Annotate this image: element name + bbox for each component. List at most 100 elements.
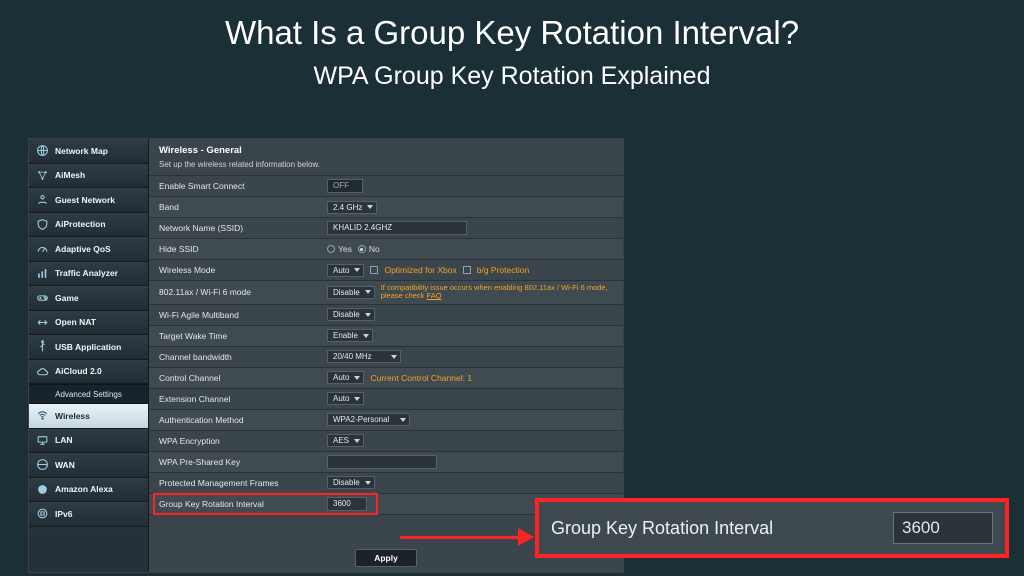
sidebar-item-network-map[interactable]: Network Map bbox=[29, 139, 148, 164]
sidebar-item-label: USB Application bbox=[55, 342, 121, 352]
row-channel-bandwidth: Channel bandwidth 20/40 MHz bbox=[149, 347, 623, 368]
wan-icon bbox=[35, 458, 49, 472]
panel-title: Wireless - General bbox=[149, 139, 623, 158]
hide-ssid-no-radio[interactable]: No bbox=[358, 244, 380, 254]
advanced-settings-header: Advanced Settings bbox=[29, 384, 148, 404]
row-label: 802.11ax / Wi-Fi 6 mode bbox=[149, 284, 319, 300]
row-label: Hide SSID bbox=[149, 241, 319, 257]
row-target-wake-time: Target Wake Time Enable bbox=[149, 326, 623, 347]
row-80211ax: 802.11ax / Wi-Fi 6 mode Disable If compa… bbox=[149, 281, 623, 305]
title-block: What Is a Group Key Rotation Interval? W… bbox=[0, 0, 1024, 99]
cbw-select[interactable]: 20/40 MHz bbox=[327, 350, 401, 363]
sidebar-item-wireless[interactable]: Wireless bbox=[29, 404, 148, 429]
sidebar-item-label: Amazon Alexa bbox=[55, 484, 113, 494]
gamepad-icon bbox=[35, 291, 49, 305]
row-label: Network Name (SSID) bbox=[149, 220, 319, 236]
sidebar-item-game[interactable]: Game bbox=[29, 286, 148, 311]
zoom-gkri-input[interactable]: 3600 bbox=[893, 512, 993, 544]
row-label: WPA Encryption bbox=[149, 433, 319, 449]
row-wireless-mode: Wireless Mode Auto Optimized for Xbox b/… bbox=[149, 260, 623, 281]
sidebar-item-aimesh[interactable]: AiMesh bbox=[29, 164, 148, 189]
ax-note: If compatibility issue occurs when enabl… bbox=[381, 284, 615, 301]
row-label: Channel bandwidth bbox=[149, 349, 319, 365]
page-title: What Is a Group Key Rotation Interval? bbox=[0, 14, 1024, 52]
panel-subtitle: Set up the wireless related information … bbox=[149, 158, 623, 176]
sidebar-item-open-nat[interactable]: Open NAT bbox=[29, 311, 148, 336]
enc-select[interactable]: AES bbox=[327, 434, 364, 447]
row-label: Group Key Rotation Interval bbox=[149, 496, 319, 512]
twt-select[interactable]: Enable bbox=[327, 329, 373, 342]
sidebar-item-label: Adaptive QoS bbox=[55, 244, 111, 254]
row-wpa-encryption: WPA Encryption AES bbox=[149, 431, 623, 452]
sidebar-item-guest-network[interactable]: Guest Network bbox=[29, 188, 148, 213]
ssid-input[interactable]: KHALID 2.4GHZ bbox=[327, 221, 467, 235]
sidebar-item-adaptive-qos[interactable]: Adaptive QoS bbox=[29, 237, 148, 262]
sidebar-item-label: AiProtection bbox=[55, 219, 106, 229]
sidebar-item-label: Open NAT bbox=[55, 317, 96, 327]
apply-button[interactable]: Apply bbox=[355, 549, 417, 567]
wifi-icon bbox=[35, 409, 49, 423]
sidebar-item-label: Game bbox=[55, 293, 79, 303]
zoom-label: Group Key Rotation Interval bbox=[551, 518, 877, 539]
sidebar-item-amazon-alexa[interactable]: Amazon Alexa bbox=[29, 478, 148, 503]
row-pmf: Protected Management Frames Disable bbox=[149, 473, 623, 494]
sidebar-item-label: AiMesh bbox=[55, 170, 85, 180]
sidebar-item-usb-application[interactable]: USB Application bbox=[29, 335, 148, 360]
usb-icon bbox=[35, 340, 49, 354]
gkri-input[interactable]: 3600 bbox=[327, 497, 367, 511]
mesh-icon bbox=[35, 168, 49, 182]
row-label: Wi-Fi Agile Multiband bbox=[149, 307, 319, 323]
agile-select[interactable]: Disable bbox=[327, 308, 375, 321]
bg-checkbox[interactable] bbox=[463, 266, 471, 274]
sidebar-item-label: Guest Network bbox=[55, 195, 115, 205]
sidebar: Network Map AiMesh Guest Network AiProte… bbox=[29, 139, 149, 572]
row-auth-method: Authentication Method WPA2-Personal bbox=[149, 410, 623, 431]
sidebar-item-wan[interactable]: WAN bbox=[29, 453, 148, 478]
sidebar-item-label: LAN bbox=[55, 435, 72, 445]
xbox-label: Optimized for Xbox bbox=[384, 265, 456, 275]
row-control-channel: Control Channel Auto Current Control Cha… bbox=[149, 368, 623, 389]
cch-select[interactable]: Auto bbox=[327, 371, 364, 384]
sidebar-item-traffic-analyzer[interactable]: Traffic Analyzer bbox=[29, 262, 148, 287]
sidebar-item-label: AiCloud 2.0 bbox=[55, 366, 102, 376]
bg-label: b/g Protection bbox=[477, 265, 529, 275]
row-ssid: Network Name (SSID) KHALID 2.4GHZ bbox=[149, 218, 623, 239]
pmf-select[interactable]: Disable bbox=[327, 476, 375, 489]
band-select[interactable]: 2.4 GHz bbox=[327, 201, 377, 214]
ax-select[interactable]: Disable bbox=[327, 286, 375, 299]
sidebar-item-lan[interactable]: LAN bbox=[29, 429, 148, 454]
ipv6-icon bbox=[35, 507, 49, 521]
radio-label: Yes bbox=[338, 244, 352, 254]
globe-icon bbox=[35, 144, 49, 158]
xbox-checkbox[interactable] bbox=[370, 266, 378, 274]
wireless-mode-select[interactable]: Auto bbox=[327, 264, 364, 277]
row-label: Control Channel bbox=[149, 370, 319, 386]
sidebar-item-label: IPv6 bbox=[55, 509, 73, 519]
row-label: Wireless Mode bbox=[149, 262, 319, 278]
sidebar-item-label: WAN bbox=[55, 460, 75, 470]
sidebar-item-aiprotection[interactable]: AiProtection bbox=[29, 213, 148, 238]
sidebar-item-ipv6[interactable]: IPv6 bbox=[29, 502, 148, 527]
ext-select[interactable]: Auto bbox=[327, 392, 364, 405]
lan-icon bbox=[35, 433, 49, 447]
row-band: Band 2.4 GHz bbox=[149, 197, 623, 218]
sidebar-item-label: Traffic Analyzer bbox=[55, 268, 118, 278]
row-smart-connect: Enable Smart Connect OFF bbox=[149, 176, 623, 197]
row-extension-channel: Extension Channel Auto bbox=[149, 389, 623, 410]
nat-icon bbox=[35, 315, 49, 329]
alexa-icon bbox=[35, 482, 49, 496]
sidebar-item-aicloud[interactable]: AiCloud 2.0 bbox=[29, 360, 148, 385]
page-subtitle: WPA Group Key Rotation Explained bbox=[0, 62, 1024, 91]
psk-input[interactable] bbox=[327, 455, 437, 469]
row-label: WPA Pre-Shared Key bbox=[149, 454, 319, 470]
chart-icon bbox=[35, 266, 49, 280]
row-agile-multiband: Wi-Fi Agile Multiband Disable bbox=[149, 305, 623, 326]
smart-connect-toggle[interactable]: OFF bbox=[327, 179, 363, 193]
hide-ssid-yes-radio[interactable]: Yes bbox=[327, 244, 352, 254]
row-psk: WPA Pre-Shared Key bbox=[149, 452, 623, 473]
cloud-icon bbox=[35, 364, 49, 378]
faq-link[interactable]: FAQ bbox=[427, 291, 442, 300]
row-label: Authentication Method bbox=[149, 412, 319, 428]
row-label: Protected Management Frames bbox=[149, 475, 319, 491]
auth-select[interactable]: WPA2-Personal bbox=[327, 413, 410, 426]
